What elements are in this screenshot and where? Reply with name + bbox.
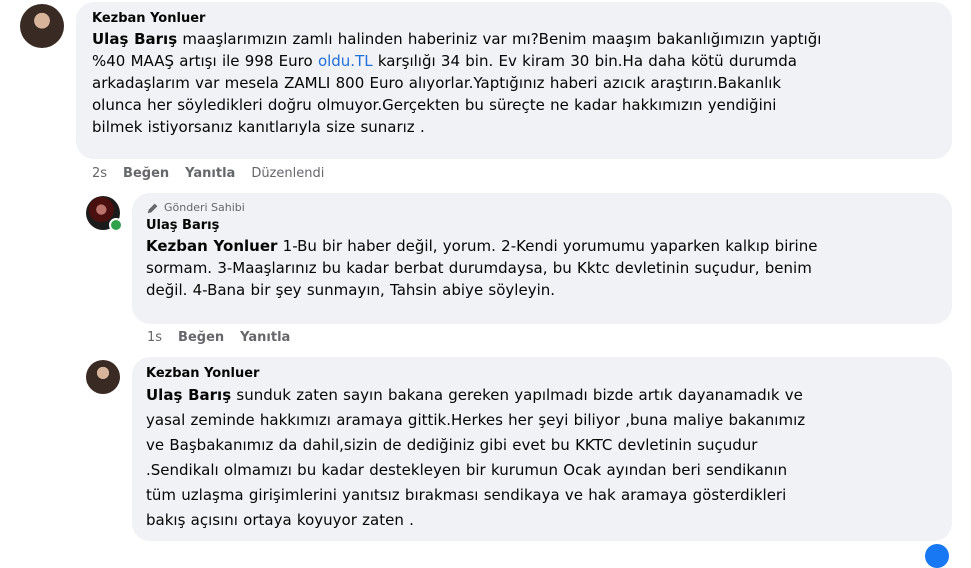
comment-timestamp[interactable]: 1s <box>147 330 162 346</box>
comment-text: Kezban Yonluer 1-Bu bir haber değil, yor… <box>146 237 818 299</box>
avatar[interactable] <box>20 4 64 48</box>
comment-actions: 1s Beğen Yanıtla <box>147 330 290 346</box>
comment-author[interactable]: Ulaş Barış <box>146 217 940 235</box>
edited-label: Düzenlendi <box>251 166 325 181</box>
pencil-icon <box>147 203 158 214</box>
avatar[interactable] <box>86 360 120 394</box>
comment-author[interactable]: Kezban Yonluer <box>92 10 940 28</box>
reply-button[interactable]: Yanıtla <box>240 330 290 346</box>
mention-link[interactable]: Ulaş Barış <box>92 30 177 48</box>
comment-bubble: Kezban Yonluer Ulaş Barış sunduk zaten s… <box>132 357 952 541</box>
like-button[interactable]: Beğen <box>123 166 169 182</box>
comment-author[interactable]: Kezban Yonluer <box>146 365 940 383</box>
mention-link[interactable]: Kezban Yonluer <box>146 237 277 255</box>
comment-text: Ulaş Barış sunduk zaten sayın bakana ger… <box>146 386 806 529</box>
text-link[interactable]: oldu.TL <box>318 52 373 70</box>
like-button[interactable]: Beğen <box>178 330 224 346</box>
online-status-indicator <box>109 218 123 232</box>
comment-bubble: Kezban Yonluer Ulaş Barış maaşlarımızın … <box>76 2 952 159</box>
comment-bubble: Gönderi Sahibi Ulaş Barış Kezban Yonluer… <box>132 193 952 324</box>
reply-button[interactable]: Yanıtla <box>185 166 235 182</box>
comment-text: Ulaş Barış maaşlarımızın zamlı halinden … <box>92 30 822 136</box>
post-owner-badge: Gönderi Sahibi <box>146 199 940 217</box>
comment-timestamp[interactable]: 2s <box>92 166 107 182</box>
scroll-to-bottom-button[interactable] <box>925 544 949 568</box>
mention-link[interactable]: Ulaş Barış <box>146 386 231 404</box>
comment-actions: 2s Beğen Yanıtla Düzenlendi <box>92 166 324 182</box>
